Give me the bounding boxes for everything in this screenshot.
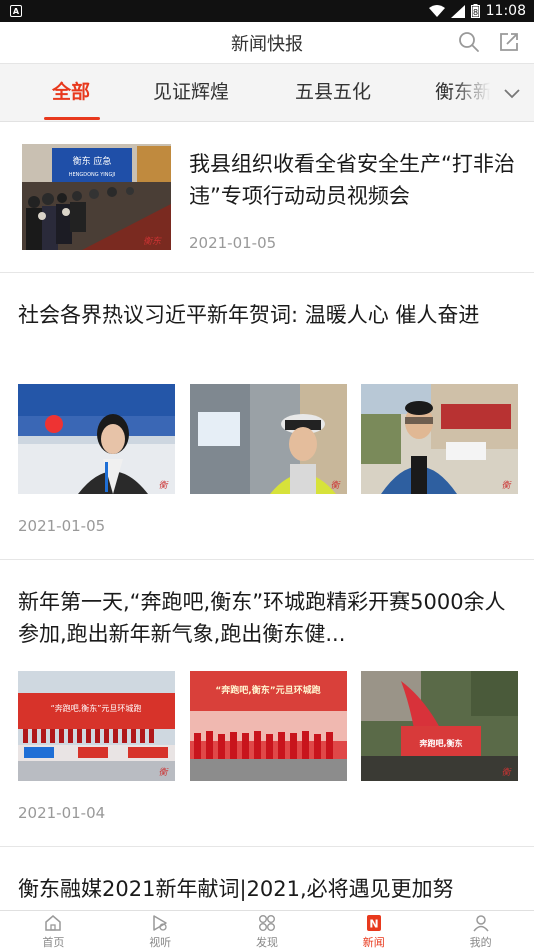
svg-text:“奔跑吧,衡东”元旦环城跑: “奔跑吧,衡东”元旦环城跑	[51, 703, 142, 713]
nav-news-label: 新闻	[362, 936, 385, 949]
news-thumbnail: “奔跑吧,衡东”元旦环城跑	[190, 671, 347, 781]
news-item[interactable]: 衡东 应急 HENGDONG YINGJI 衡东 我县组织收看全省安全生产“打非…	[0, 122, 534, 273]
svg-text:衡东 应急: 衡东 应急	[73, 155, 112, 167]
svg-text:HENGDONG YINGJI: HENGDONG YINGJI	[69, 172, 116, 178]
tab-more-button[interactable]	[490, 64, 534, 121]
news-thumbnail: 衡	[18, 384, 175, 494]
search-icon[interactable]	[458, 31, 480, 53]
news-date: 2021-01-05	[18, 517, 106, 535]
news-headline[interactable]: 社会各界热议习近平新年贺词: 温暖人心 催人奋进	[18, 299, 518, 331]
news-item[interactable]: 社会各界热议习近平新年贺词: 温暖人心 催人奋进 衡 衡 衡 2021-01-0…	[0, 273, 534, 560]
status-bar: A 8 11:08	[0, 0, 534, 22]
news-date: 2021-01-04	[18, 804, 106, 822]
nav-home-label: 首页	[42, 936, 65, 949]
nav-profile-label: 我的	[469, 936, 492, 949]
svg-text:衡东: 衡东	[143, 236, 162, 247]
category-tabs: 全部 见证辉煌 五县五化 衡东新	[0, 64, 534, 122]
nav-video-label: 视听	[149, 936, 172, 949]
svg-text:8: 8	[473, 8, 478, 17]
news-feed[interactable]: 衡东 应急 HENGDONG YINGJI 衡东 我县组织收看全省安全生产“打非…	[0, 122, 534, 910]
video-icon	[153, 915, 167, 931]
news-headline[interactable]: 我县组织收看全省安全生产“打非治违”专项行动动员视频会	[189, 148, 523, 212]
news-thumbnail: 奔跑吧,衡东 衡	[361, 671, 518, 781]
tab-all[interactable]: 全部	[52, 64, 90, 121]
news-thumbnail: 衡	[361, 384, 518, 494]
nav-home[interactable]: 首页	[0, 911, 107, 950]
nav-video[interactable]: 视听	[107, 911, 214, 950]
share-icon[interactable]	[498, 31, 520, 53]
bottom-nav: 首页 视听 发现 N 新闻 我的	[0, 910, 534, 950]
news-thumbnail: “奔跑吧,衡东”元旦环城跑 衡	[18, 671, 175, 781]
chevron-down-icon	[504, 89, 520, 99]
news-item[interactable]: 衡东融媒2021新年献词|2021,必将遇见更加努	[0, 847, 534, 910]
nav-profile[interactable]: 我的	[427, 911, 534, 950]
svg-text:N: N	[369, 918, 378, 931]
discover-icon	[258, 915, 275, 931]
title-bar: 新闻快报	[0, 22, 534, 64]
active-tab-indicator	[44, 117, 100, 120]
news-headline[interactable]: 新年第一天,“奔跑吧,衡东”环城跑精彩开赛5000余人参加,跑出新年新气象,跑出…	[18, 586, 518, 650]
news-date: 2021-01-05	[189, 234, 277, 252]
news-thumbnail: 衡东 应急 HENGDONG YINGJI 衡东	[22, 144, 171, 250]
tab-five-counties[interactable]: 五县五化	[295, 64, 371, 121]
app-notification-icon: A	[10, 5, 22, 17]
profile-icon	[472, 915, 489, 932]
news-thumbnail: 衡	[190, 384, 347, 494]
signal-icon	[450, 4, 465, 18]
news-item[interactable]: 新年第一天,“奔跑吧,衡东”环城跑精彩开赛5000余人参加,跑出新年新气象,跑出…	[0, 560, 534, 847]
nav-discover[interactable]: 发现	[214, 911, 321, 950]
nav-news[interactable]: N 新闻	[320, 911, 427, 950]
news-icon: N	[366, 915, 381, 931]
wifi-icon	[428, 4, 445, 17]
battery-icon: 8	[470, 4, 480, 18]
news-headline[interactable]: 衡东融媒2021新年献词|2021,必将遇见更加努	[18, 873, 528, 905]
svg-text:奔跑吧,衡东: 奔跑吧,衡东	[418, 738, 462, 748]
home-icon	[45, 915, 62, 931]
tab-witness-glory[interactable]: 见证辉煌	[153, 64, 229, 121]
status-time: 11:08	[485, 3, 526, 19]
page-title: 新闻快报	[231, 33, 303, 55]
nav-discover-label: 发现	[255, 936, 278, 949]
svg-text:“奔跑吧,衡东”元旦环城跑: “奔跑吧,衡东”元旦环城跑	[215, 684, 320, 696]
